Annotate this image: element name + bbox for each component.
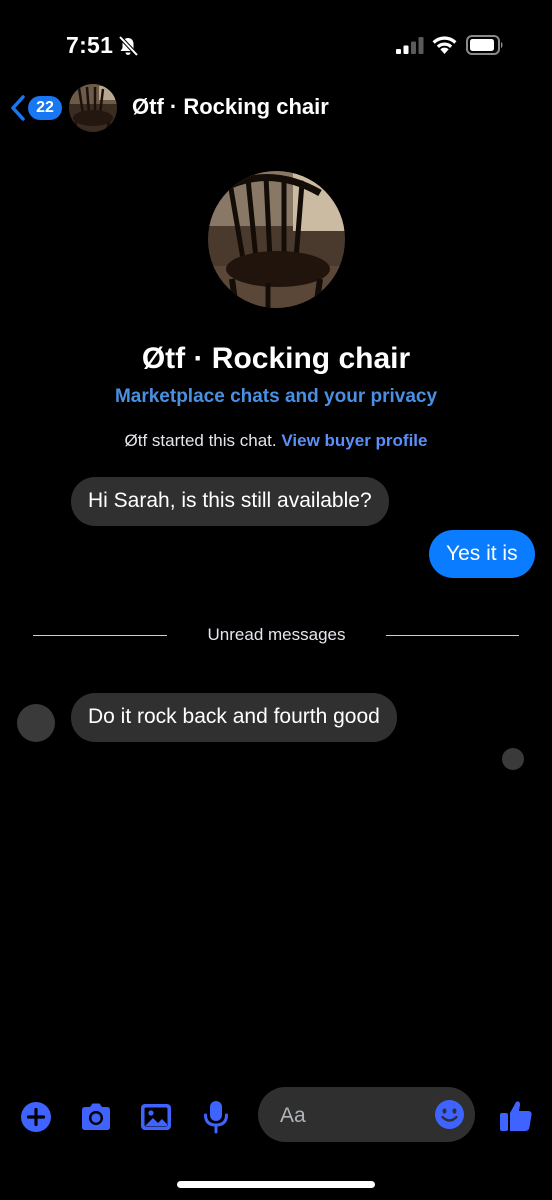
- thumbs-up-icon[interactable]: [496, 1096, 536, 1136]
- chat-started-info: Øtf started this chat. View buyer profil…: [0, 431, 552, 451]
- status-time: 7:51: [66, 32, 114, 58]
- header-avatar[interactable]: [69, 84, 117, 132]
- view-buyer-profile-link[interactable]: View buyer profile: [281, 431, 427, 450]
- divider-line-left: [33, 635, 167, 636]
- battery-icon: [466, 35, 503, 55]
- listing-photo[interactable]: [208, 171, 345, 308]
- message-input[interactable]: [278, 1087, 432, 1144]
- gallery-icon[interactable]: [136, 1097, 176, 1137]
- unread-count-badge: 22: [28, 96, 62, 120]
- bell-slash-icon: [118, 35, 139, 57]
- cellular-signal-icon: [396, 37, 424, 54]
- privacy-link[interactable]: Marketplace chats and your privacy: [0, 386, 552, 408]
- wifi-icon: [432, 36, 457, 54]
- divider-line-right: [386, 635, 519, 636]
- chat-started-text: Øtf started this chat.: [124, 431, 277, 450]
- profile-name: Øtf · Rocking chair: [141, 342, 411, 375]
- message-bubble-outgoing[interactable]: Yes it is: [429, 530, 535, 578]
- back-button[interactable]: 22: [10, 92, 66, 124]
- message-bubble-incoming[interactable]: Hi Sarah, is this still available?: [71, 477, 389, 526]
- plus-icon[interactable]: [16, 1097, 56, 1137]
- chat-title[interactable]: Øtf · Rocking chair: [132, 94, 329, 120]
- unread-messages-divider: Unread messages: [207, 625, 346, 644]
- camera-icon[interactable]: [76, 1097, 116, 1137]
- sender-avatar[interactable]: [17, 704, 55, 742]
- smiley-icon[interactable]: [434, 1099, 465, 1130]
- chevron-left-icon: [11, 95, 25, 121]
- rocking-chair-thumbnail: [69, 84, 117, 132]
- message-bubble-incoming[interactable]: Do it rock back and fourth good: [71, 693, 397, 742]
- rocking-chair-photo: [208, 171, 345, 308]
- microphone-icon[interactable]: [196, 1097, 236, 1137]
- home-indicator: [177, 1181, 375, 1188]
- message-composer[interactable]: [258, 1087, 475, 1144]
- seen-indicator: [502, 748, 524, 770]
